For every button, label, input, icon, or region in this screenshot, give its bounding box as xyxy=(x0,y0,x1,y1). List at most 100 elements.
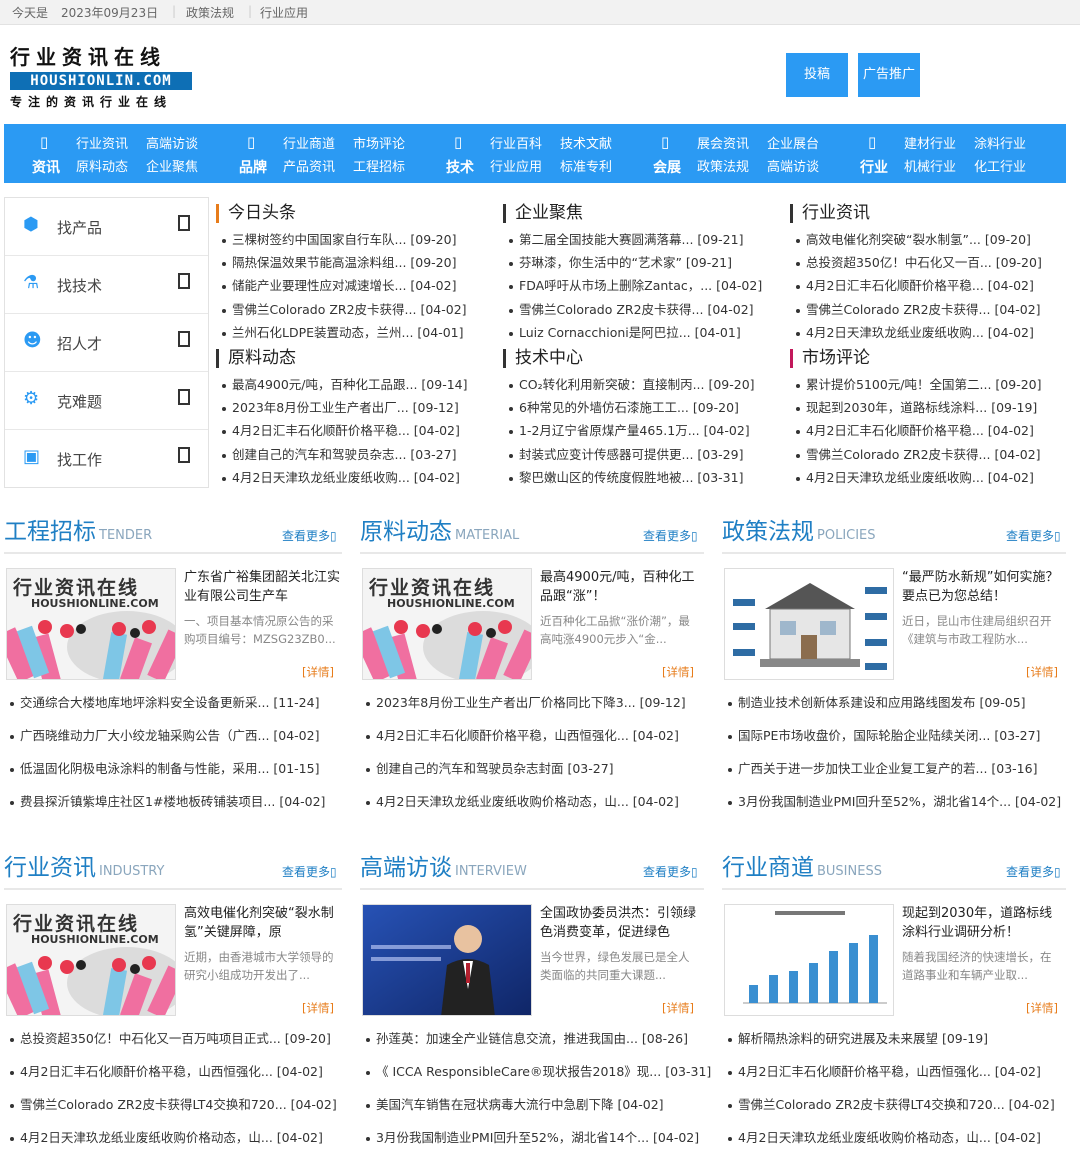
news-item[interactable]: 4月2日天津玖龙纸业废纸收购... [04-02] xyxy=(796,323,1042,346)
news-item[interactable]: 雪佛兰Colorado ZR2皮卡获得... [04-02] xyxy=(222,300,467,323)
detail-link[interactable]: [详情] xyxy=(302,1000,334,1016)
news-item[interactable]: 4月2日汇丰石化顺酐价格平稳，山西恒强化... [04-02] xyxy=(10,1061,337,1094)
feature-headline[interactable]: “最严防水新规”如何实施？要点已为您总结！ xyxy=(902,568,1062,606)
news-item[interactable]: 广西晓维动力厂大小绞龙轴采购公告（广西... [04-02] xyxy=(10,725,325,758)
feature-headline[interactable]: 现起到2030年，道路标线涂料行业调研分析！ xyxy=(902,904,1062,942)
nav-link[interactable]: 产品资讯 xyxy=(283,156,335,175)
news-item[interactable]: 孙莲英：加速全产业链信息交流，推进我国由... [08-26] xyxy=(366,1028,711,1061)
feature-image[interactable]: 行业资讯在线 HOUSHIONLINE.COM xyxy=(362,568,532,680)
section-title[interactable]: 行业资讯 INDUSTRY xyxy=(4,854,164,882)
news-block-title[interactable]: 技术中心 xyxy=(515,347,583,369)
nav-link[interactable]: 展会资讯 xyxy=(697,133,749,152)
news-item[interactable]: 黎巴嫩山区的传统度假胜地被... [03-31] xyxy=(509,468,755,491)
news-item[interactable]: 总投资超350亿！中石化又一百万吨项目正式... [09-20] xyxy=(10,1028,337,1061)
feature-headline[interactable]: 全国政协委员洪杰：引领绿色消费变革，促进绿色 xyxy=(540,904,700,942)
news-item[interactable]: 国际PE市场收盘价，国际轮胎企业陆续关闭... [03-27] xyxy=(728,725,1061,758)
news-item[interactable]: 创建自己的汽车和驾驶员杂志封面 [03-27] xyxy=(366,758,686,791)
news-item[interactable]: 高效电催化剂突破“裂水制氢”... [09-20] xyxy=(796,230,1042,253)
view-more-link[interactable]: 查看更多▯ xyxy=(282,527,337,544)
section-title[interactable]: 工程招标 TENDER xyxy=(4,518,152,546)
news-item[interactable]: 广西关于进一步加快工业企业复工复产的若... [03-16] xyxy=(728,758,1061,791)
nav-group-title[interactable]: 资讯 xyxy=(32,157,60,177)
news-item[interactable]: 现起到2030年，道路标线涂料... [09-19] xyxy=(796,398,1042,421)
category-find-job[interactable]: ▣ 找工作 xyxy=(5,430,208,488)
nav-link[interactable]: 政策法规 xyxy=(697,156,749,175)
news-block-title[interactable]: 今日头条 xyxy=(228,202,296,224)
news-item[interactable]: 4月2日天津玖龙纸业废纸收购价格动态，山... [04-02] xyxy=(10,1127,337,1160)
nav-link[interactable]: 涂料行业 xyxy=(974,133,1026,152)
news-item[interactable]: 4月2日天津玖龙纸业废纸收购价格动态，山... [04-02] xyxy=(728,1127,1055,1160)
news-item[interactable]: FDA呼吁从市场上删除Zantac，... [04-02] xyxy=(509,276,762,299)
feature-headline[interactable]: 高效电催化剂突破“裂水制氢”关键屏障，原 xyxy=(184,904,344,942)
nav-link[interactable]: 标准专利 xyxy=(560,156,612,175)
nav-group-title[interactable]: 会展 xyxy=(653,157,681,177)
news-item[interactable]: 雪佛兰Colorado ZR2皮卡获得... [04-02] xyxy=(509,300,762,323)
news-item[interactable]: 累计提价5100元/吨！全国第二... [09-20] xyxy=(796,375,1042,398)
news-item[interactable]: 创建自己的汽车和驾驶员杂志... [03-27] xyxy=(222,445,468,468)
news-item[interactable]: 芬琳漆，你生活中的“艺术家” [09-21] xyxy=(509,253,762,276)
site-logo[interactable]: 行业资讯在线 HOUSHIONLIN.COM 专注的资讯行业在线 xyxy=(10,46,192,110)
news-item[interactable]: 1-2月辽宁省原煤产量465.1万... [04-02] xyxy=(509,421,755,444)
nav-link[interactable]: 行业资讯 xyxy=(76,133,128,152)
news-item[interactable]: 隔热保温效果节能高温涂料组... [09-20] xyxy=(222,253,467,276)
news-item[interactable]: 三棵树签约中国国家自行车队... [09-20] xyxy=(222,230,467,253)
nav-link[interactable]: 企业展台 xyxy=(767,133,819,152)
nav-link[interactable]: 高端访谈 xyxy=(146,133,198,152)
nav-link[interactable]: 高端访谈 xyxy=(767,156,819,175)
category-find-tech[interactable]: ⚗ 找技术 xyxy=(5,256,208,314)
section-title[interactable]: 行业商道 BUSINESS xyxy=(722,854,882,882)
news-item[interactable]: 6种常见的外墙仿石漆施工工... [09-20] xyxy=(509,398,755,421)
section-title[interactable]: 原料动态 MATERIAL xyxy=(360,518,519,546)
detail-link[interactable]: [详情] xyxy=(662,664,694,680)
news-item[interactable]: 最高4900元/吨，百种化工品跟... [09-14] xyxy=(222,375,468,398)
view-more-link[interactable]: 查看更多▯ xyxy=(282,863,337,880)
nav-link[interactable]: 市场评论 xyxy=(353,133,405,152)
category-solve-problem[interactable]: ⚙ 克难题 xyxy=(5,372,208,430)
submit-article-button[interactable]: 投稿 xyxy=(786,53,848,97)
news-item[interactable]: 储能产业要理性应对减速增长... [04-02] xyxy=(222,276,467,299)
news-item[interactable]: 美国汽车销售在冠状病毒大流行中急剧下降 [04-02] xyxy=(366,1094,711,1127)
top-link-industry-app[interactable]: 行业应用 xyxy=(260,4,308,21)
news-item[interactable]: 雪佛兰Colorado ZR2皮卡获得LT4交换和720... [04-02] xyxy=(728,1094,1055,1127)
news-item[interactable]: 2023年8月份工业生产者出厂价格同比下降3... [09-12] xyxy=(366,692,686,725)
section-title[interactable]: 政策法规 POLICIES xyxy=(722,518,876,546)
feature-image[interactable] xyxy=(724,904,894,1016)
news-item[interactable]: 4月2日汇丰石化顺酐价格平稳，山西恒强化... [04-02] xyxy=(728,1061,1055,1094)
nav-group-title[interactable]: 行业 xyxy=(860,157,888,177)
feature-image[interactable] xyxy=(362,904,532,1016)
view-more-link[interactable]: 查看更多▯ xyxy=(1006,863,1061,880)
advertise-button[interactable]: 广告推广 xyxy=(858,53,920,97)
nav-group-title[interactable]: 品牌 xyxy=(239,157,267,177)
nav-group-title[interactable]: 技术 xyxy=(446,157,474,177)
section-title[interactable]: 高端访谈 INTERVIEW xyxy=(360,854,527,882)
news-item[interactable]: 4月2日天津玖龙纸业废纸收购价格动态，山... [04-02] xyxy=(366,791,686,824)
news-item[interactable]: 封装式应变计传感器可提供更... [03-29] xyxy=(509,445,755,468)
feature-image[interactable]: 行业资讯在线 HOUSHIONLINE.COM xyxy=(6,904,176,1016)
news-item[interactable]: 雪佛兰Colorado ZR2皮卡获得LT4交换和720... [04-02] xyxy=(10,1094,337,1127)
news-item[interactable]: 《 ICCA ResponsibleCare®现状报告2018》现... [03… xyxy=(366,1061,711,1094)
news-item[interactable]: 雪佛兰Colorado ZR2皮卡获得... [04-02] xyxy=(796,445,1042,468)
news-item[interactable]: 制造业技术创新体系建设和应用路线图发布 [09-05] xyxy=(728,692,1061,725)
top-link-policy[interactable]: 政策法规 xyxy=(186,4,234,21)
nav-link[interactable]: 行业应用 xyxy=(490,156,542,175)
news-block-title[interactable]: 企业聚焦 xyxy=(515,202,583,224)
news-item[interactable]: Luiz Cornacchioni是阿巴拉... [04-01] xyxy=(509,323,762,346)
news-item[interactable]: CO₂转化利用新突破：直接制丙... [09-20] xyxy=(509,375,755,398)
category-find-product[interactable]: ⬢ 找产品 xyxy=(5,198,208,256)
detail-link[interactable]: [详情] xyxy=(1026,664,1058,680)
news-item[interactable]: 交通综合大楼地库地坪涂料安全设备更新采... [11-24] xyxy=(10,692,325,725)
nav-link[interactable]: 原料动态 xyxy=(76,156,128,175)
nav-link[interactable]: 行业商道 xyxy=(283,133,335,152)
nav-link[interactable]: 行业百科 xyxy=(490,133,542,152)
view-more-link[interactable]: 查看更多▯ xyxy=(643,863,698,880)
feature-headline[interactable]: 最高4900元/吨，百种化工品跟“涨”！ xyxy=(540,568,700,606)
feature-image[interactable]: 行业资讯在线 HOUSHIONLINE.COM xyxy=(6,568,176,680)
detail-link[interactable]: [详情] xyxy=(1026,1000,1058,1016)
feature-headline[interactable]: 广东省广裕集团韶关北江实业有限公司生产车 xyxy=(184,568,344,606)
news-block-title[interactable]: 原料动态 xyxy=(228,347,296,369)
news-item[interactable]: 雪佛兰Colorado ZR2皮卡获得... [04-02] xyxy=(796,300,1042,323)
news-item[interactable]: 解析隔热涂料的研究进展及未来展望 [09-19] xyxy=(728,1028,1055,1061)
nav-link[interactable]: 工程招标 xyxy=(353,156,405,175)
detail-link[interactable]: [详情] xyxy=(662,1000,694,1016)
view-more-link[interactable]: 查看更多▯ xyxy=(643,527,698,544)
